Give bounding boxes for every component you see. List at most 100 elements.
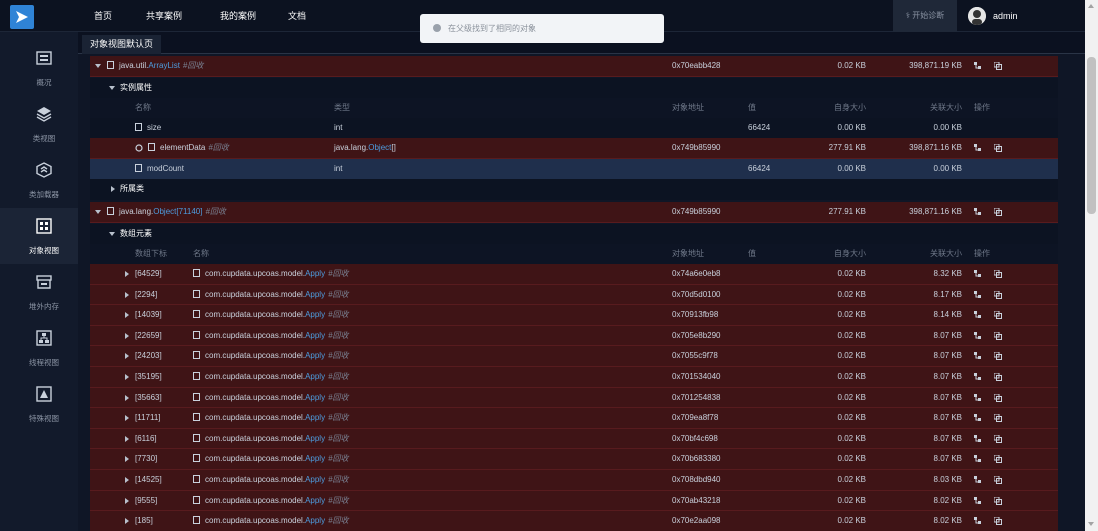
collapse-caret-icon[interactable] <box>109 86 115 90</box>
array-row[interactable]: [14039] com.cupdata.upcoas.model.Apply #回收… <box>90 305 1058 326</box>
array-row[interactable]: [11711] com.cupdata.upcoas.model.Apply #回收… <box>90 408 1058 429</box>
class-link[interactable]: Apply <box>305 269 325 278</box>
class-link[interactable]: Apply <box>305 372 325 381</box>
expand-caret-icon[interactable] <box>125 374 129 380</box>
references-icon[interactable] <box>974 62 982 70</box>
class-link[interactable]: Apply <box>305 393 325 402</box>
array-row[interactable]: [22659] com.cupdata.upcoas.model.Apply #回收… <box>90 325 1058 347</box>
copy-icon[interactable] <box>994 352 1002 361</box>
expand-caret-icon[interactable] <box>125 271 129 277</box>
scroll-down-arrow-icon[interactable] <box>1088 522 1094 526</box>
collapse-caret-icon[interactable] <box>95 64 101 68</box>
references-icon[interactable] <box>974 455 982 463</box>
collapse-caret-icon[interactable] <box>109 232 115 236</box>
class-link[interactable]: Apply <box>305 454 325 463</box>
references-icon[interactable] <box>974 476 982 484</box>
start-diagnosis-button[interactable]: ⚕ 开始诊断 <box>893 0 957 32</box>
class-link[interactable]: Apply <box>305 290 325 299</box>
array-row[interactable]: [35663] com.cupdata.upcoas.model.Apply #回收… <box>90 387 1058 409</box>
tab-object-view-default[interactable]: 对象视图默认页 <box>82 35 162 54</box>
array-row[interactable]: [35195] com.cupdata.upcoas.model.Apply #回收… <box>90 367 1058 388</box>
expand-caret-icon[interactable] <box>125 497 129 504</box>
sidebar-item-special-view[interactable]: 特殊视图 <box>0 376 78 432</box>
references-icon[interactable] <box>974 414 982 422</box>
copy-icon[interactable] <box>994 434 1002 443</box>
copy-icon[interactable] <box>994 144 1002 152</box>
expand-caret-icon[interactable] <box>125 353 129 360</box>
expand-caret-icon[interactable] <box>125 415 129 422</box>
references-icon[interactable] <box>974 496 982 505</box>
expand-caret-icon[interactable] <box>125 291 129 298</box>
references-icon[interactable] <box>974 352 982 360</box>
expand-caret-icon[interactable] <box>111 186 115 192</box>
object-row-object-array[interactable]: java.lang.Object[71140] #回收 0x749b85990 2… <box>90 202 1058 223</box>
type-link[interactable]: Object <box>368 143 391 152</box>
class-link[interactable]: Object <box>153 207 176 216</box>
sidebar-item-thread-view[interactable]: 线程视图 <box>0 320 78 376</box>
scrollbar-thumb[interactable] <box>1087 57 1096 214</box>
attr-row-modcount[interactable]: modCount int 66424 0.00 KB 0.00 KB <box>90 159 1058 180</box>
array-row[interactable]: [185] com.cupdata.upcoas.model.Apply #回收 0x… <box>90 511 1058 531</box>
expand-caret-icon[interactable] <box>125 518 129 525</box>
section-array-elements[interactable]: 数组元素 <box>90 224 1058 245</box>
expand-caret-icon[interactable] <box>125 394 129 401</box>
avatar[interactable] <box>968 7 986 25</box>
copy-icon[interactable] <box>994 290 1002 299</box>
class-link[interactable]: Apply <box>305 434 325 443</box>
references-icon[interactable] <box>974 311 982 319</box>
expand-caret-icon[interactable] <box>125 332 129 339</box>
section-instance-attrs[interactable]: 实例属性 <box>90 78 1058 99</box>
copy-icon[interactable] <box>994 414 1002 423</box>
references-icon[interactable] <box>974 517 982 525</box>
attr-row-size[interactable]: size int 66424 0.00 KB 0.00 KB <box>90 118 1058 139</box>
copy-icon[interactable] <box>994 311 1002 320</box>
app-logo[interactable] <box>10 5 34 29</box>
expand-caret-icon[interactable] <box>125 477 129 483</box>
class-link[interactable]: ArrayList <box>148 61 180 70</box>
references-icon[interactable] <box>974 290 982 299</box>
username[interactable]: admin <box>993 0 1018 32</box>
references-icon[interactable] <box>974 434 982 443</box>
section-superclass[interactable]: 所属类 <box>90 179 1058 200</box>
references-icon[interactable] <box>974 270 982 278</box>
nav-shared-cases[interactable]: 共享案例 <box>126 0 196 32</box>
sidebar-item-object-view[interactable]: 对象视图 <box>0 208 78 264</box>
copy-icon[interactable] <box>994 331 1002 340</box>
sidebar-item-classloader[interactable]: 类加载器 <box>0 152 78 208</box>
array-row[interactable]: [7730] com.cupdata.upcoas.model.Apply #回收 0… <box>90 449 1058 470</box>
array-row[interactable]: [14525] com.cupdata.upcoas.model.Apply #回收… <box>90 470 1058 491</box>
copy-icon[interactable] <box>994 208 1002 216</box>
class-link[interactable]: Apply <box>305 496 325 505</box>
scroll-up-arrow-icon[interactable] <box>1088 4 1094 8</box>
array-row[interactable]: [2294] com.cupdata.upcoas.model.Apply #回收 0… <box>90 284 1058 306</box>
copy-icon[interactable] <box>994 62 1002 70</box>
references-icon[interactable] <box>974 373 982 381</box>
sidebar-item-overview[interactable]: 概况 <box>0 40 78 96</box>
class-link[interactable]: Apply <box>305 331 325 340</box>
copy-icon[interactable] <box>994 393 1002 402</box>
sidebar-item-class-view[interactable]: 类视图 <box>0 96 78 152</box>
nav-docs[interactable]: 文档 <box>274 0 320 32</box>
class-link[interactable]: Apply <box>305 351 325 360</box>
class-link[interactable]: Apply <box>305 413 325 422</box>
references-icon[interactable] <box>974 331 982 340</box>
copy-icon[interactable] <box>994 476 1002 484</box>
copy-icon[interactable] <box>994 517 1002 526</box>
nav-home[interactable]: 首页 <box>80 0 126 32</box>
references-icon[interactable] <box>974 393 982 402</box>
object-row-arraylist[interactable]: java.util.ArrayList #回收 0x70eabb428 0.02 … <box>90 56 1058 77</box>
references-icon[interactable] <box>974 144 982 152</box>
copy-icon[interactable] <box>994 270 1002 278</box>
expand-caret-icon[interactable] <box>125 312 129 319</box>
attr-row-elementdata[interactable]: elementData #回收 java.lang.Object[] 0x749b… <box>90 138 1058 159</box>
nav-my-cases[interactable]: 我的案例 <box>196 0 274 32</box>
copy-icon[interactable] <box>994 373 1002 381</box>
array-row[interactable]: [6116] com.cupdata.upcoas.model.Apply #回收 0… <box>90 428 1058 450</box>
array-row[interactable]: [24203] com.cupdata.upcoas.model.Apply #回收… <box>90 346 1058 367</box>
sidebar-item-offheap[interactable]: 堆外内存 <box>0 264 78 320</box>
array-row[interactable]: [9555] com.cupdata.upcoas.model.Apply #回收 0… <box>90 490 1058 512</box>
array-row[interactable]: [64529] com.cupdata.upcoas.model.Apply #回收… <box>90 264 1058 285</box>
references-icon[interactable] <box>974 208 982 216</box>
copy-icon[interactable] <box>994 455 1002 464</box>
expand-caret-icon[interactable] <box>125 435 129 442</box>
